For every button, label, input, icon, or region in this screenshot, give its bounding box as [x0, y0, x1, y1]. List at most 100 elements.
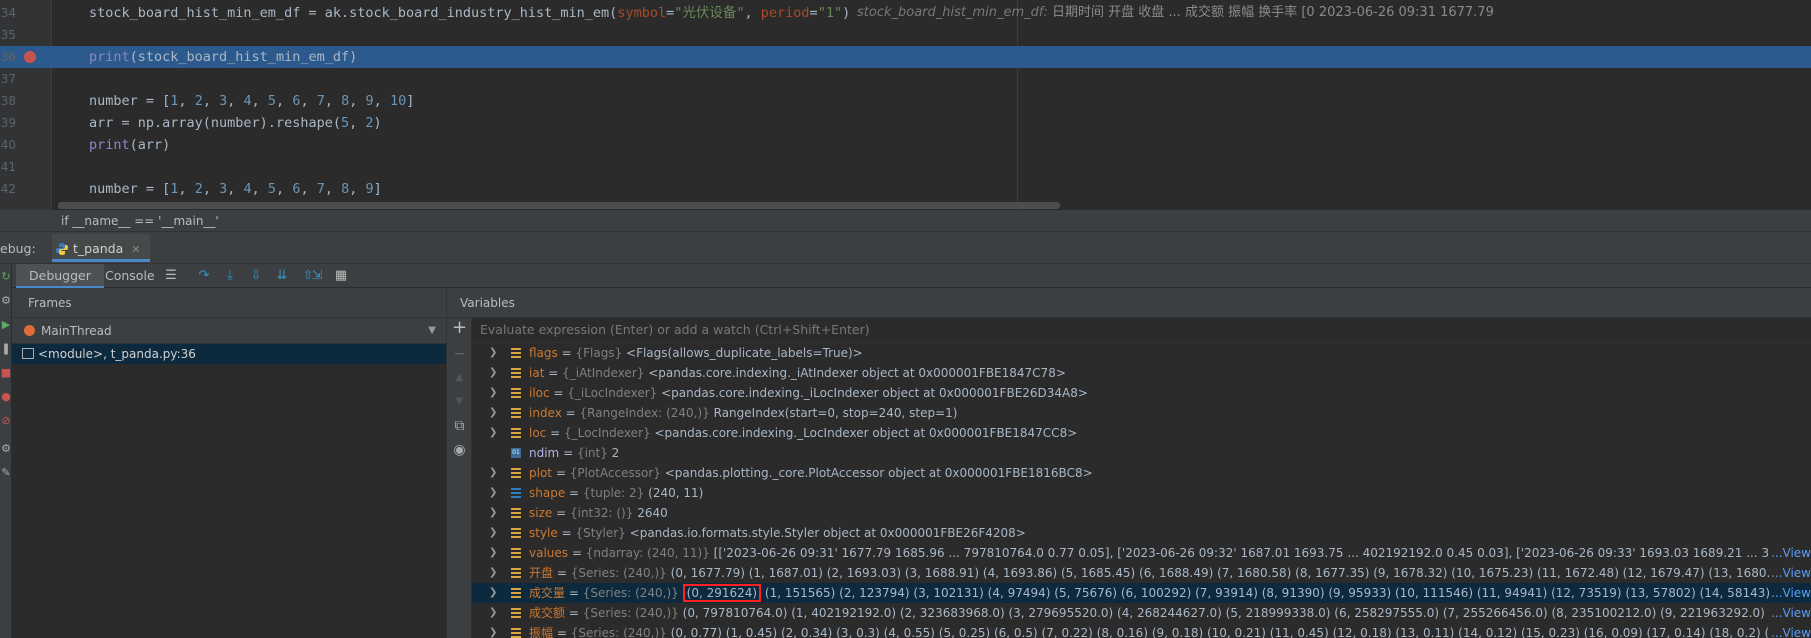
- chevron-right-icon[interactable]: ❯: [489, 403, 497, 423]
- chevron-right-icon[interactable]: ❯: [489, 483, 497, 503]
- view-breakpoints-icon[interactable]: ●: [0, 390, 12, 404]
- variable-row[interactable]: ❯ iat = {_iAtIndexer} <pandas.core.indexi…: [472, 363, 1811, 383]
- remove-watch-icon[interactable]: −: [447, 346, 472, 362]
- breadcrumb[interactable]: if __name__ == '__main__': [0, 210, 1811, 232]
- variable-text: size = {int32: ()} 2640: [529, 503, 668, 523]
- run-to-cursor-button[interactable]: ⇲: [309, 268, 325, 284]
- frame-item[interactable]: <module>, t_panda.py:36: [12, 344, 446, 364]
- layout-menu-icon[interactable]: ☰: [163, 268, 179, 284]
- tab-debugger[interactable]: Debugger: [16, 264, 104, 288]
- step-into-my-code-icon[interactable]: ⇊: [274, 268, 290, 284]
- chevron-right-icon[interactable]: ❯: [489, 543, 497, 563]
- code-token: 4: [243, 181, 252, 197]
- pause-icon[interactable]: ❚: [0, 342, 12, 356]
- code-token: ,: [178, 181, 195, 197]
- variable-value: <pandas.plotting._core.PlotAccessor obje…: [664, 466, 1093, 480]
- chevron-right-icon[interactable]: ❯: [489, 423, 497, 443]
- chevron-right-icon[interactable]: ❯: [489, 503, 497, 523]
- stop-icon[interactable]: ■: [0, 366, 12, 380]
- variable-row[interactable]: ❯ loc = {_LocIndexer} <pandas.core.indexi…: [472, 423, 1811, 443]
- variable-row[interactable]: ❯ values = {ndarray: (240, 11)} [['2023-0…: [472, 543, 1811, 563]
- code-editor[interactable]: 34 stock_board_hist_min_em_df = ak.stock_…: [0, 0, 1811, 210]
- thread-selector[interactable]: MainThread ▼: [12, 318, 446, 344]
- chevron-down-icon[interactable]: ▼: [428, 318, 436, 344]
- line-number: 36: [0, 50, 16, 64]
- evaluate-expression-icon[interactable]: ▦: [333, 268, 349, 284]
- tab-console[interactable]: Console: [92, 264, 168, 288]
- chevron-right-icon[interactable]: ❯: [489, 363, 497, 383]
- watch-input[interactable]: Evaluate expression (Enter) or add a wat…: [472, 318, 1811, 343]
- step-into-icon[interactable]: ⇩: [248, 268, 264, 284]
- code-line[interactable]: 41: [0, 156, 1811, 178]
- variable-row[interactable]: ❯ shape = {tuple: 2} (240, 11): [472, 483, 1811, 503]
- code-line[interactable]: 35: [0, 24, 1811, 46]
- code-token: =: [809, 5, 818, 21]
- code-token: number = [: [89, 181, 171, 197]
- horizontal-scrollbar[interactable]: [58, 202, 1060, 209]
- chevron-right-icon[interactable]: ❯: [489, 383, 497, 403]
- variable-value: (240, 11): [648, 486, 704, 500]
- code-token: stock_board_hist_min_em_df = ak.stock_bo…: [89, 5, 618, 21]
- code-line[interactable]: 38 number = [1, 2, 3, 4, 5, 6, 7, 8, 9, 1…: [0, 90, 1811, 112]
- code-line[interactable]: 37: [0, 68, 1811, 90]
- code-line[interactable]: 40 print(arr): [0, 134, 1811, 156]
- variable-row[interactable]: ❯ 振幅 = {Series: (240,)} (0, 0.77) (1, 0.4…: [472, 623, 1811, 638]
- step-over-icon[interactable]: ⤓: [222, 268, 238, 284]
- code-line[interactable]: 39 arr = np.array(number).reshape(5, 2): [0, 112, 1811, 134]
- variable-row[interactable]: 01 ndim = {int} 2: [472, 443, 1811, 463]
- view-link[interactable]: ...View: [1769, 543, 1811, 563]
- eye-icon[interactable]: ◉: [447, 442, 472, 458]
- line-number: 39: [0, 116, 16, 130]
- chevron-right-icon[interactable]: ❯: [489, 523, 497, 543]
- variable-row[interactable]: ❯ size = {int32: ()} 2640: [472, 503, 1811, 523]
- settings-icon[interactable]: ⚙: [0, 442, 12, 456]
- code-token: arr = np.array(number).reshape(: [89, 115, 341, 131]
- variable-row[interactable]: ❯ 成交量 = {Series: (240,)} (0, 291624) (1, …: [472, 583, 1811, 603]
- variable-row[interactable]: ❯ flags = {Flags} <Flags(allows_duplicate…: [472, 343, 1811, 363]
- variable-row[interactable]: ❯ plot = {PlotAccessor} <pandas.plotting.…: [472, 463, 1811, 483]
- frame-icon: [22, 348, 34, 359]
- rerun-icon[interactable]: ↻: [0, 270, 12, 284]
- variable-value: (1, 151565) (2, 123794) (3, 102131) (4, …: [761, 586, 1811, 600]
- chevron-right-icon[interactable]: ❯: [489, 603, 497, 623]
- wrench-icon[interactable]: ⚙: [0, 294, 12, 308]
- view-link[interactable]: ...View: [1769, 603, 1811, 623]
- copy-icon[interactable]: ⧉: [447, 418, 472, 434]
- move-up-icon[interactable]: ▲: [447, 370, 472, 386]
- code-line[interactable]: 36 print(stock_board_hist_min_em_df): [0, 46, 1811, 68]
- chevron-right-icon[interactable]: ❯: [489, 623, 497, 638]
- code-token: 9: [365, 93, 374, 109]
- code-text: number = [1, 2, 3, 4, 5, 6, 7, 8, 9, 10]: [89, 90, 414, 112]
- code-line[interactable]: 34 stock_board_hist_min_em_df = ak.stock_…: [0, 2, 1811, 24]
- variable-row[interactable]: ❯ 成交额 = {Series: (240,)} (0, 797810764.0)…: [472, 603, 1811, 623]
- chevron-right-icon[interactable]: ❯: [489, 583, 497, 603]
- breakpoint-icon[interactable]: [24, 51, 36, 63]
- code-line[interactable]: 42 number = [1, 2, 3, 4, 5, 6, 7, 8, 9]: [0, 178, 1811, 200]
- equals-sign: =: [553, 566, 571, 580]
- variable-row[interactable]: ❯ 开盘 = {Series: (240,)} (0, 1677.79) (1, …: [472, 563, 1811, 583]
- variable-row[interactable]: ❯ iloc = {_iLocIndexer} <pandas.core.inde…: [472, 383, 1811, 403]
- variable-row[interactable]: ❯ style = {Styler} <pandas.io.formats.sty…: [472, 523, 1811, 543]
- debug-session-tab[interactable]: t_panda ✕: [52, 234, 151, 262]
- view-link[interactable]: ...View: [1769, 583, 1811, 603]
- pin-icon[interactable]: ✎: [0, 466, 12, 480]
- view-link[interactable]: ...View: [1769, 563, 1811, 583]
- chevron-right-icon[interactable]: ❯: [489, 343, 497, 363]
- chevron-right-icon[interactable]: ❯: [489, 463, 497, 483]
- variable-row[interactable]: ❯ index = {RangeIndex: (240,)} RangeIndex…: [472, 403, 1811, 423]
- close-icon[interactable]: ✕: [131, 243, 140, 256]
- chevron-right-icon[interactable]: ❯: [489, 563, 497, 583]
- resume-icon[interactable]: ▶: [0, 318, 12, 332]
- equals-sign: =: [568, 546, 586, 560]
- add-watch-icon[interactable]: +: [447, 319, 472, 337]
- variable-name: iloc: [529, 386, 550, 400]
- variables-tree[interactable]: ❯ flags = {Flags} <Flags(allows_duplicate…: [472, 343, 1811, 638]
- view-link[interactable]: ...View: [1769, 623, 1811, 638]
- show-execution-point-icon[interactable]: ↷: [196, 268, 212, 284]
- int-type-icon: 01: [511, 448, 521, 458]
- mute-breakpoints-icon[interactable]: ⊘: [0, 414, 12, 428]
- code-token: 5: [267, 181, 277, 197]
- move-down-icon[interactable]: ▼: [447, 394, 472, 410]
- code-token: (stock_board_hist_min_em_df): [129, 49, 358, 65]
- variable-value: 2: [611, 446, 620, 460]
